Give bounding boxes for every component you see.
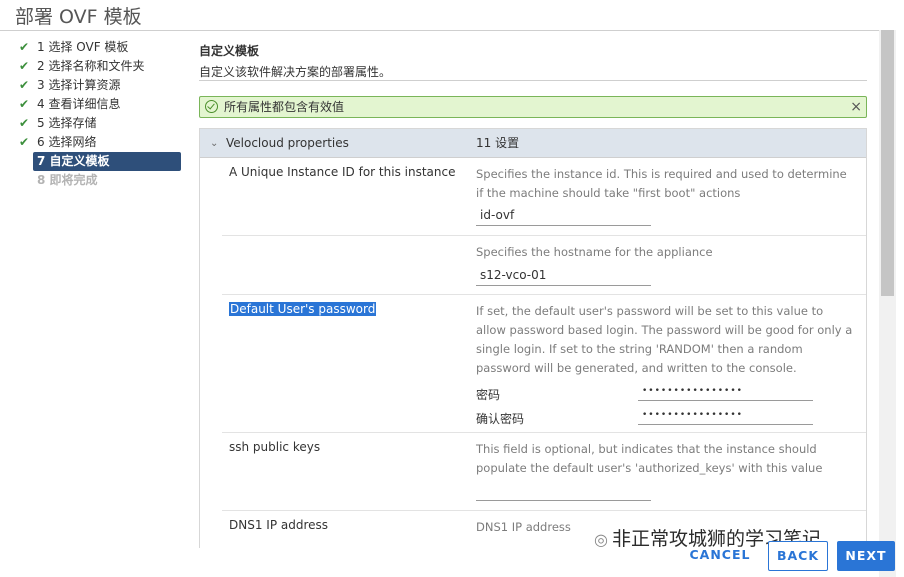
property-description: This field is optional, but indicates th… <box>476 442 823 475</box>
step-label: 3 选择计算资源 <box>37 78 121 92</box>
back-button[interactable]: BACK <box>768 541 828 571</box>
check-icon: ✔ <box>19 78 30 92</box>
dialog-title: 部署 OVF 模板 <box>15 6 142 28</box>
property-label: A Unique Instance ID for this instance <box>229 165 456 179</box>
property-description: Specifies the instance id. This is requi… <box>476 167 847 200</box>
property-row-password: Default User's password If set, the defa… <box>222 295 866 433</box>
close-icon[interactable]: × <box>850 97 862 117</box>
step-1[interactable]: ✔ 1 选择 OVF 模板 <box>18 38 186 57</box>
properties-panel: ⌄ Velocloud properties 11 设置 A Unique In… <box>199 128 867 548</box>
ssh-keys-input[interactable] <box>476 479 651 501</box>
check-icon: ✔ <box>19 116 30 130</box>
step-label: 5 选择存储 <box>37 116 97 130</box>
password-input[interactable]: •••••••••••••••• <box>638 381 813 401</box>
property-row-instance-id: A Unique Instance ID for this instance S… <box>222 158 866 236</box>
section-divider <box>199 80 867 81</box>
wizard-steps-nav: ✔ 1 选择 OVF 模板 ✔ 2 选择名称和文件夹 ✔ 3 选择计算资源 ✔ 4 查看… <box>18 38 186 190</box>
cancel-button[interactable]: CANCEL <box>684 541 756 571</box>
group-header[interactable]: ⌄ Velocloud properties 11 设置 <box>200 129 866 158</box>
confirm-password-input[interactable]: •••••••••••••••• <box>638 405 813 425</box>
property-description: If set, the default user's password will… <box>476 304 853 375</box>
instance-id-input[interactable]: id-ovf <box>476 204 651 226</box>
check-circle-icon <box>205 100 218 113</box>
password-label: 密码 <box>476 388 501 402</box>
section-title: 自定义模板 <box>199 44 260 58</box>
step-6[interactable]: ✔ 6 选择网络 <box>18 133 186 152</box>
step-4[interactable]: ✔ 4 查看详细信息 <box>18 95 186 114</box>
property-label: Default User's password <box>229 302 377 316</box>
check-icon: ✔ <box>19 135 30 149</box>
validation-banner: 所有属性都包含有效值 × <box>199 96 867 118</box>
step-label: 4 查看详细信息 <box>37 97 121 111</box>
section-description: 自定义该软件解决方案的部署属性。 <box>199 65 392 79</box>
wechat-icon: ◎ <box>594 530 608 549</box>
title-divider <box>0 30 896 31</box>
property-label: ssh public keys <box>229 440 321 454</box>
group-name: Velocloud properties <box>226 136 349 150</box>
confirm-password-label: 确认密码 <box>476 412 525 426</box>
step-7-active[interactable]: 7 自定义模板 <box>33 152 181 171</box>
chevron-down-icon[interactable]: ⌄ <box>210 129 218 158</box>
banner-text: 所有属性都包含有效值 <box>224 100 345 114</box>
property-description: Specifies the hostname for the appliance <box>476 245 713 259</box>
step-8-disabled: 8 即将完成 <box>18 171 186 190</box>
next-button[interactable]: NEXT <box>837 541 895 571</box>
vertical-scrollbar[interactable] <box>879 30 896 577</box>
check-icon: ✔ <box>19 97 30 111</box>
step-2[interactable]: ✔ 2 选择名称和文件夹 <box>18 57 186 76</box>
property-row-hostname: Specifies the hostname for the appliance… <box>222 236 866 295</box>
step-label: 1 选择 OVF 模板 <box>37 40 129 54</box>
settings-count: 11 设置 <box>476 136 520 150</box>
check-icon: ✔ <box>19 59 30 73</box>
property-label: DNS1 IP address <box>229 518 329 532</box>
step-label: 2 选择名称和文件夹 <box>37 59 145 73</box>
property-row-ssh-keys: ssh public keys This field is optional, … <box>222 433 866 511</box>
step-3[interactable]: ✔ 3 选择计算资源 <box>18 76 186 95</box>
step-label: 8 即将完成 <box>37 173 98 187</box>
main-content: 自定义模板 自定义该软件解决方案的部署属性。 所有属性都包含有效值 × ⌄ Ve… <box>199 42 867 548</box>
step-label: 7 自定义模板 <box>37 154 110 168</box>
step-label: 6 选择网络 <box>37 135 97 149</box>
check-icon: ✔ <box>19 40 30 54</box>
hostname-input[interactable]: s12-vco-01 <box>476 264 651 286</box>
scrollbar-thumb[interactable] <box>881 30 894 296</box>
step-5[interactable]: ✔ 5 选择存储 <box>18 114 186 133</box>
